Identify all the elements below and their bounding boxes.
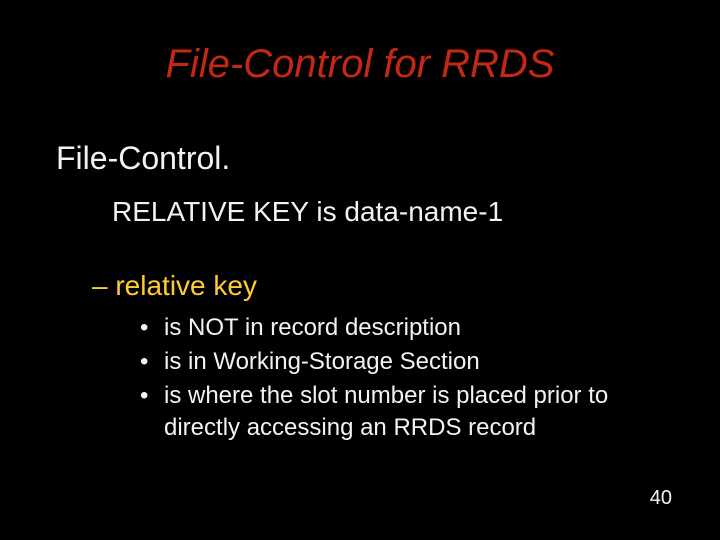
- section-heading: File-Control.: [56, 140, 230, 177]
- list-item: • is NOT in record description: [140, 312, 660, 343]
- key-line: RELATIVE KEY is data-name-1: [112, 196, 503, 228]
- subhead-relative-key: – relative key: [92, 270, 257, 302]
- slide-title: File-Control for RRDS: [0, 42, 720, 87]
- bullet-text: is where the slot number is placed prior…: [164, 380, 660, 442]
- page-number: 40: [650, 487, 672, 510]
- bullet-icon: •: [140, 380, 164, 411]
- list-item: • is in Working-Storage Section: [140, 346, 660, 377]
- bullet-list: • is NOT in record description • is in W…: [140, 312, 660, 446]
- bullet-text: is in Working-Storage Section: [164, 346, 660, 377]
- list-item: • is where the slot number is placed pri…: [140, 380, 660, 442]
- slide: File-Control for RRDS File-Control. RELA…: [0, 0, 720, 540]
- bullet-icon: •: [140, 346, 164, 377]
- bullet-text: is NOT in record description: [164, 312, 660, 343]
- bullet-icon: •: [140, 312, 164, 343]
